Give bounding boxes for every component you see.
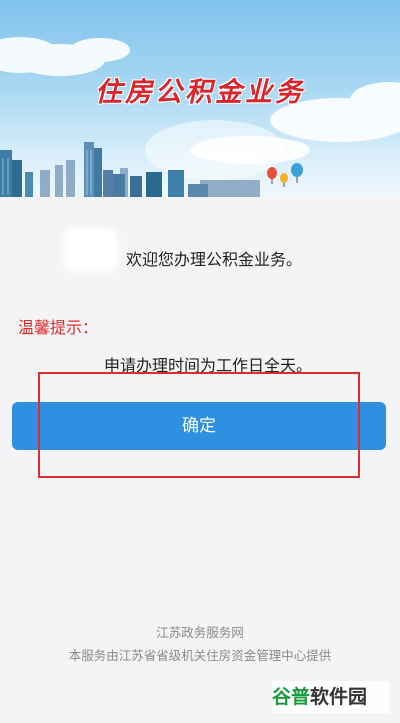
watermark-part1: 谷普 — [272, 686, 311, 708]
footer-provider: 本服务由江苏省省级机关住房资金管理中心提供 — [68, 648, 332, 663]
redacted-avatar — [64, 228, 118, 272]
tip-text: 申请办理时间为工作日全天。 — [104, 356, 313, 375]
tip-label: 温馨提示： — [18, 318, 99, 337]
watermark-part2: 软件园 — [310, 686, 368, 708]
page: 住房公积金业务 欢迎您办理公积金业务。 温馨提示： 申请办理时间为工作日全天。 … — [0, 0, 400, 723]
welcome-text: 欢迎您办理公积金业务。 — [126, 250, 303, 269]
banner-title: 住房公积金业务 — [95, 77, 305, 108]
watermark-logo: 谷普软件园 — [272, 681, 390, 713]
confirm-button[interactable]: 确定 — [12, 402, 386, 450]
footer-site-name: 江苏政务服务网 — [156, 625, 244, 640]
header-banner: 住房公积金业务 — [0, 0, 400, 197]
